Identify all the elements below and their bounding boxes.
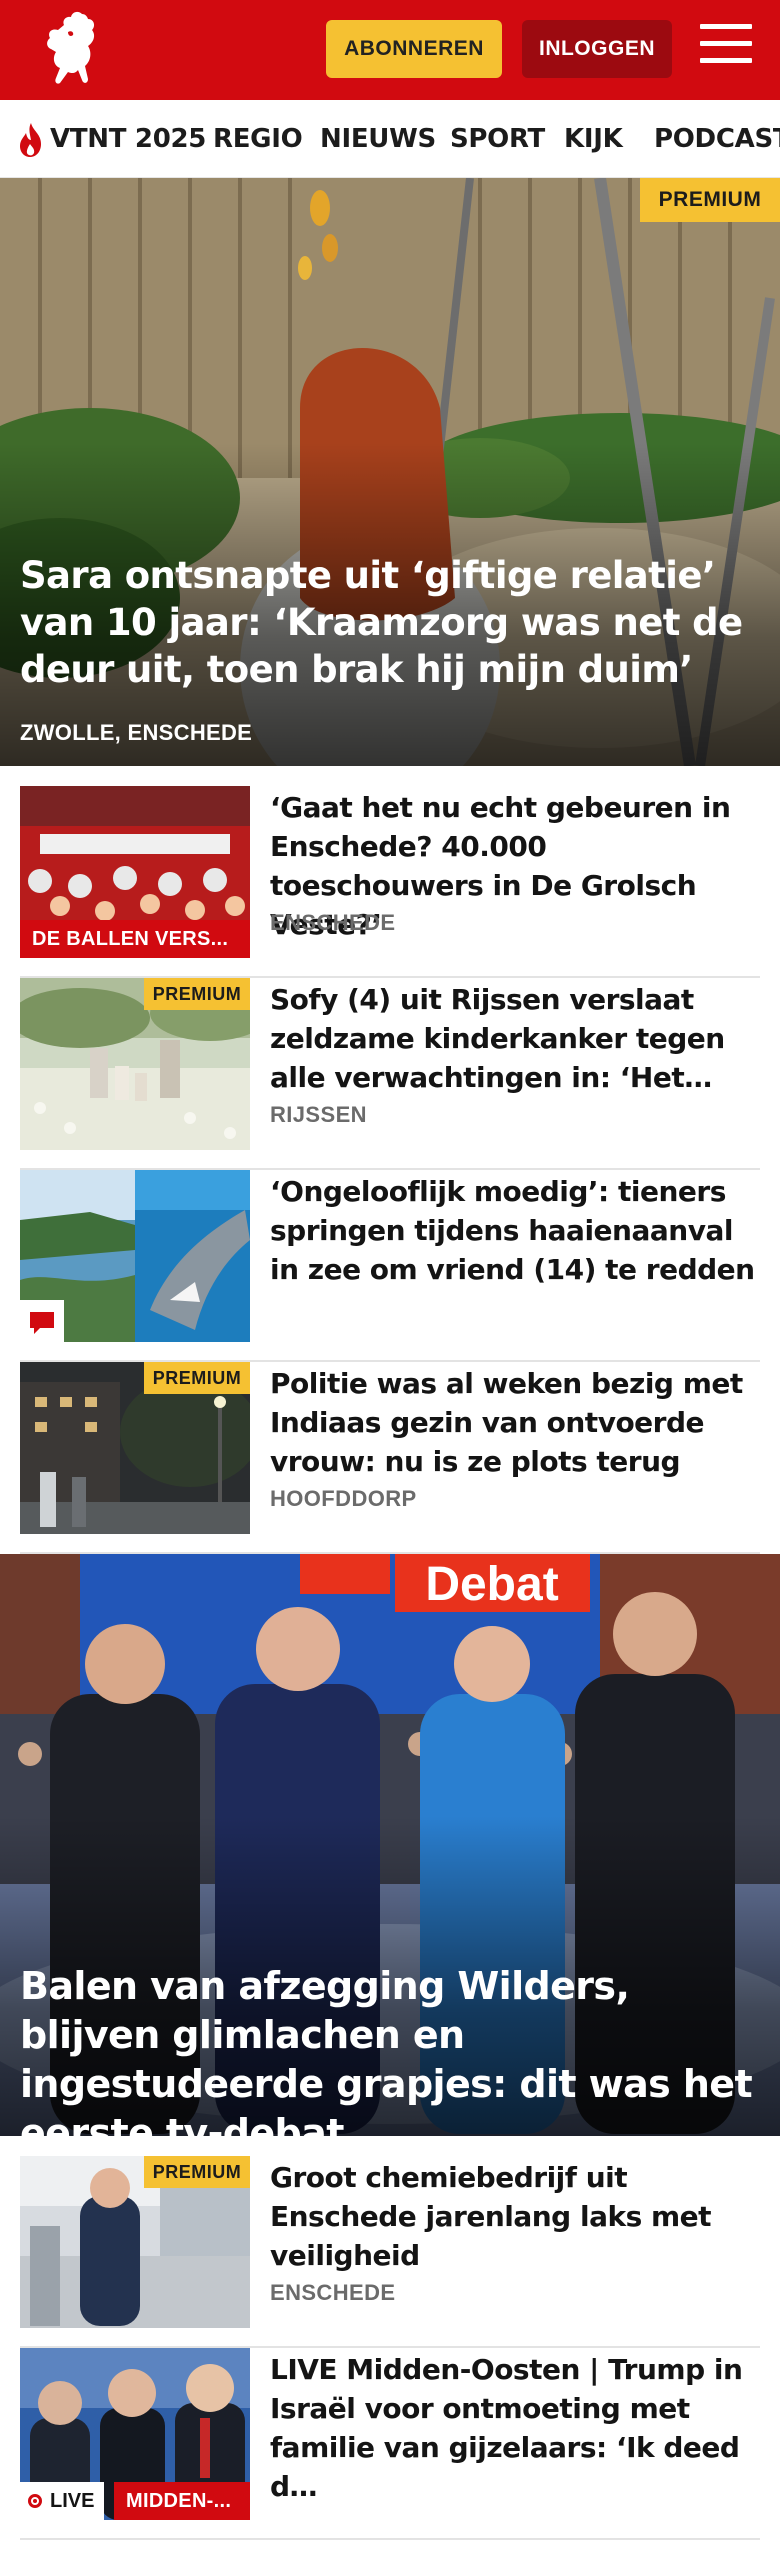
article-location: HOOFDDORP xyxy=(270,1486,417,1511)
article-thumbnail: PREMIUM xyxy=(20,2156,250,2328)
article-location: RIJSSEN xyxy=(270,1102,367,1127)
category-label: MIDDEN-... xyxy=(114,2482,250,2520)
live-label: LIVE xyxy=(50,2490,95,2512)
live-dot-icon xyxy=(28,2494,42,2508)
hamburger-menu-icon[interactable] xyxy=(700,24,752,72)
article-location: ENSCHEDE xyxy=(270,2280,396,2305)
hero-article[interactable]: PREMIUM Sara ontsnapte uit ‘giftige rela… xyxy=(0,178,780,766)
hero-title[interactable]: Balen van afzegging Wilders, blijven gli… xyxy=(20,1962,760,2136)
nav-item-kijk[interactable]: KIJK xyxy=(564,124,623,154)
article-title[interactable]: Sofy (4) uit Rijssen verslaat zeldzame k… xyxy=(270,980,760,1097)
category-label: DE BALLEN VERS... xyxy=(20,920,250,958)
premium-badge: PREMIUM xyxy=(640,178,780,222)
list-item[interactable]: LIVE MIDDEN-... LIVE Midden-Oosten | Tru… xyxy=(20,2348,760,2540)
list-item[interactable]: DE BALLEN VERS... ‘Gaat het nu echt gebe… xyxy=(20,786,760,978)
article-title[interactable]: LIVE Midden-Oosten | Trump in Israël voo… xyxy=(270,2350,760,2506)
premium-badge: PREMIUM xyxy=(144,1362,250,1394)
article-thumbnail: LIVE MIDDEN-... xyxy=(20,2348,250,2520)
premium-badge: PREMIUM xyxy=(144,978,250,1010)
nav-item-vtnt-2025[interactable]: VTNT 2025 xyxy=(50,124,206,154)
flame-icon xyxy=(20,123,41,157)
list-item[interactable]: ‘Ongelooflijk moedig’: tieners springen … xyxy=(20,1170,760,1362)
article-title[interactable]: ‘Ongelooflijk moedig’: tieners springen … xyxy=(270,1172,760,1289)
article-title[interactable]: Politie was al weken bezig met Indiaas g… xyxy=(270,1364,760,1481)
debate-sign-text: Debat xyxy=(425,1558,558,1611)
premium-badge: PREMIUM xyxy=(144,2156,250,2188)
list-item[interactable]: PREMIUM Groot chemiebedrijf uit Enschede… xyxy=(20,2156,760,2348)
top-bar: ABONNEREN INLOGGEN xyxy=(0,0,780,100)
list-item[interactable]: PREMIUM Sofy (4) uit Rijssen verslaat ze… xyxy=(20,978,760,1170)
article-thumbnail xyxy=(20,1170,250,1342)
nav-item-sport[interactable]: SPORT xyxy=(450,124,545,154)
comment-icon xyxy=(20,1300,64,1342)
nav-item-nieuws[interactable]: NIEUWS xyxy=(320,124,436,154)
login-button[interactable]: INLOGGEN xyxy=(522,20,672,78)
article-location: ENSCHEDE xyxy=(270,910,396,935)
article-thumbnail: DE BALLEN VERS... xyxy=(20,786,250,958)
article-thumbnail: PREMIUM xyxy=(20,978,250,1150)
nav-item-podcast[interactable]: PODCAST xyxy=(654,124,780,154)
live-badge: LIVE xyxy=(20,2482,105,2520)
hero-title[interactable]: Sara ontsnapte uit ‘giftige relatie’ van… xyxy=(20,552,760,693)
main-navigation: VTNT 2025 REGIO NIEUWS SPORT KIJK PODCAS… xyxy=(0,100,780,178)
list-item[interactable]: PREMIUM Politie was al weken bezig met I… xyxy=(20,1362,760,1554)
article-title[interactable]: Groot chemiebedrijf uit Enschede jarenla… xyxy=(270,2158,760,2275)
article-thumbnail: PREMIUM xyxy=(20,1362,250,1534)
subscribe-button[interactable]: ABONNEREN xyxy=(326,20,502,78)
horse-logo-icon[interactable] xyxy=(38,8,108,92)
hero-article-debate[interactable]: Debat Balen van afzegging Wilders, blijv… xyxy=(0,1554,780,2136)
nav-item-regio[interactable]: REGIO xyxy=(213,124,303,154)
hero-location: ZWOLLE, ENSCHEDE xyxy=(20,720,253,745)
